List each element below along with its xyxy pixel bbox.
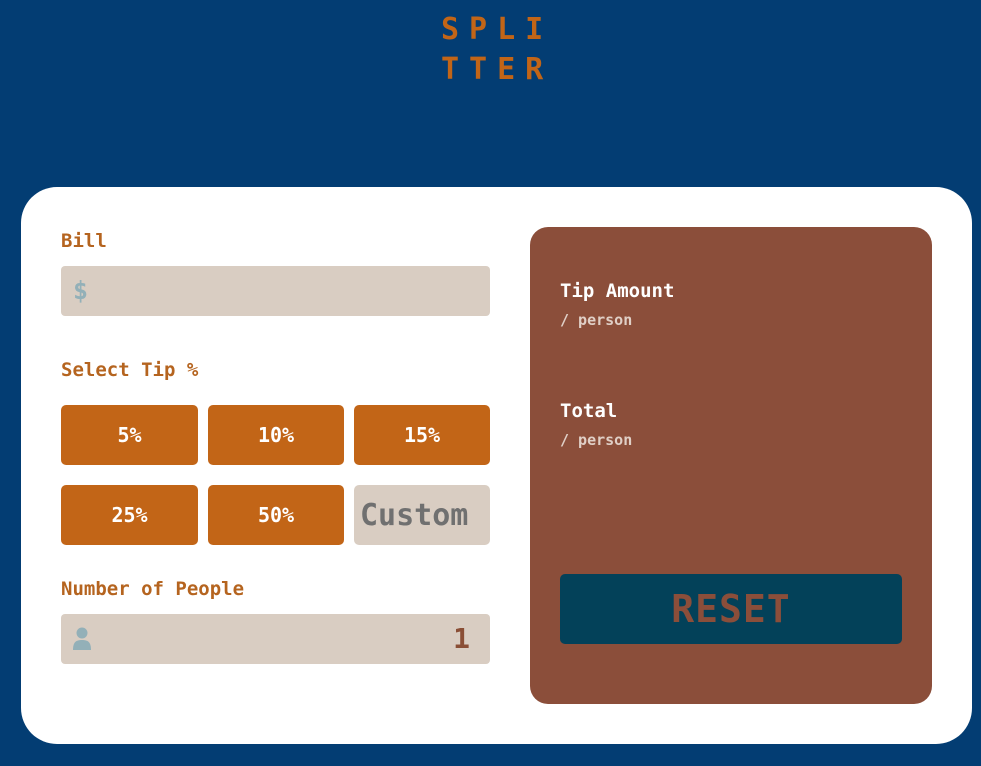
results-panel: Tip Amount / person Total / person RESET [530, 227, 932, 704]
dollar-icon: $ [73, 276, 89, 305]
reset-button[interactable]: RESET [560, 574, 902, 644]
tip-custom-input[interactable]: Custom [354, 485, 490, 545]
select-tip-label: Select Tip % [61, 359, 199, 381]
people-value: 1 [453, 622, 470, 655]
people-input[interactable]: 1 [61, 614, 490, 664]
logo-line-1: SPLI [441, 12, 554, 47]
tip-button-10[interactable]: 10% [208, 405, 344, 465]
tip-button-15[interactable]: 15% [354, 405, 490, 465]
tip-button-50[interactable]: 50% [208, 485, 344, 545]
total-label: Total [560, 400, 618, 422]
logo-line-2: TTER [441, 52, 554, 87]
number-of-people-label: Number of People [61, 578, 245, 600]
tip-amount-label: Tip Amount [560, 280, 675, 302]
bill-label: Bill [61, 230, 107, 252]
app-logo: SPLI TTER [441, 10, 551, 90]
tip-button-25[interactable]: 25% [61, 485, 198, 545]
tip-button-5[interactable]: 5% [61, 405, 198, 465]
total-per-person: / person [560, 431, 633, 449]
tip-amount-per-person: / person [560, 311, 633, 329]
bill-input[interactable]: $ [61, 266, 490, 316]
person-icon [72, 627, 92, 656]
